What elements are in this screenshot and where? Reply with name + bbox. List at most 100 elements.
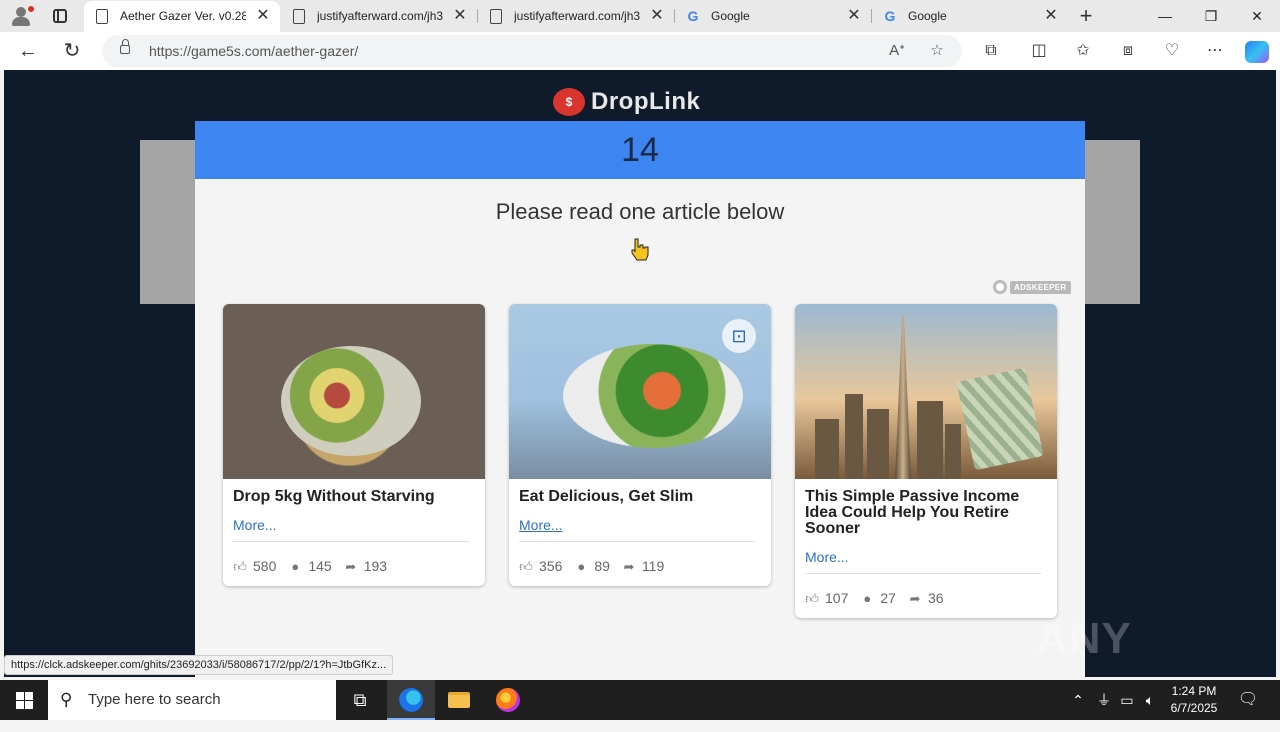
comment-icon: ●: [577, 558, 586, 574]
link-status-bar: https://clck.adskeeper.com/ghits/2369203…: [4, 655, 394, 675]
chevron-up-icon[interactable]: ⌃: [1068, 680, 1088, 720]
tab-google-1[interactable]: G Google ✕: [675, 1, 871, 32]
firefox-icon[interactable]: [484, 680, 532, 720]
close-tab-icon[interactable]: ✕: [1042, 1, 1060, 31]
volume-icon[interactable]: 🔈︎: [1140, 680, 1160, 720]
divider: [519, 541, 755, 542]
adskeeper-badge[interactable]: ADSKEEPER: [993, 279, 1071, 295]
system-clock[interactable]: 1:24 PM 6/7/2025: [1164, 683, 1224, 717]
share-arrow-icon: ➦: [345, 558, 357, 574]
more-link[interactable]: More...: [519, 517, 563, 533]
split-screen-icon[interactable]: ◫: [1027, 40, 1051, 64]
refresh-icon[interactable]: ↻: [58, 37, 86, 65]
logo-text: DropLink: [591, 88, 701, 115]
tab-justifyafterward-2[interactable]: justifyafterward.com/jh3 ✕: [478, 1, 674, 32]
comment-icon: ●: [863, 590, 872, 606]
thumbs-up-icon: 👍︎: [233, 558, 247, 574]
extensions-icon[interactable]: ⧉: [979, 40, 1003, 64]
browser-toolbar: ← ↻ https://game5s.com/aether-gazer/ Aᐩ …: [0, 32, 1280, 70]
network-icon[interactable]: ▭: [1117, 680, 1137, 720]
tab-justifyafterward-1[interactable]: justifyafterward.com/jh3 ✕: [281, 1, 477, 32]
article-title[interactable]: Eat Delicious, Get Slim: [519, 489, 761, 505]
hand-cursor-icon: [631, 238, 649, 261]
new-tab-button[interactable]: +: [1074, 2, 1098, 30]
close-tab-icon[interactable]: ✕: [254, 1, 272, 31]
likes-count: 107: [825, 590, 849, 606]
divider: [805, 573, 1041, 574]
file-explorer-icon[interactable]: [435, 680, 483, 720]
article-image[interactable]: ⊡: [509, 304, 771, 479]
article-title[interactable]: This Simple Passive Income Idea Could He…: [805, 489, 1047, 537]
article-card[interactable]: This Simple Passive Income Idea Could He…: [795, 304, 1057, 618]
article-stats: 👍︎ 580 ● 145 ➦ 193: [233, 558, 475, 574]
scrollbar[interactable]: [1272, 70, 1276, 677]
favorites-icon[interactable]: ✩: [1071, 40, 1095, 64]
browser-essentials-icon[interactable]: ♡: [1160, 40, 1184, 64]
droplink-logo-icon: $: [553, 88, 585, 116]
article-title[interactable]: Drop 5kg Without Starving: [233, 489, 475, 505]
more-link[interactable]: More...: [233, 517, 277, 533]
restore-icon[interactable]: ❐: [1188, 0, 1234, 32]
tab-google-2[interactable]: G Google ✕: [872, 1, 1068, 32]
tab-label: Google: [908, 9, 947, 23]
visual-search-icon[interactable]: ⊡: [722, 319, 756, 353]
close-tab-icon[interactable]: ✕: [648, 1, 666, 31]
minimize-icon[interactable]: —: [1142, 0, 1188, 32]
article-card[interactable]: ⊡ Eat Delicious, Get Slim More... 👍︎ 356…: [509, 304, 771, 586]
article-image[interactable]: [223, 304, 485, 479]
thumbs-up-icon: 👍︎: [519, 558, 533, 574]
favorite-star-icon[interactable]: ☆: [926, 40, 948, 62]
usb-device-icon[interactable]: ⏚: [1094, 680, 1114, 720]
comments-count: 89: [594, 558, 610, 574]
tab-label: justifyafterward.com/jh3: [317, 9, 443, 23]
url-text[interactable]: https://game5s.com/aether-gazer/: [149, 35, 358, 67]
droplink-logo: $ DropLink: [553, 86, 700, 118]
edge-browser-icon[interactable]: [387, 680, 435, 720]
notifications-icon[interactable]: 🗨︎: [1236, 680, 1260, 720]
close-window-icon[interactable]: ✕: [1234, 0, 1280, 32]
collections-icon[interactable]: ⧈: [1116, 40, 1140, 64]
more-link[interactable]: More...: [805, 549, 849, 565]
tab-strip: Aether Gazer Ver. v0.280.0 ✕ justifyafte…: [0, 0, 1280, 32]
clock-time: 1:24 PM: [1171, 684, 1217, 698]
thumbs-up-icon: 👍︎: [805, 590, 819, 606]
shares-count: 119: [641, 558, 665, 574]
windows-taskbar: ⚲ Type here to search ⧉ ⌃ ⏚ ▭ 🔈︎ 1:24 PM…: [0, 680, 1280, 720]
taskbar-search-box[interactable]: ⚲ Type here to search: [48, 680, 336, 720]
task-view-icon[interactable]: ⧉: [336, 680, 384, 720]
google-icon: G: [884, 8, 896, 24]
adskeeper-logo-icon: [993, 280, 1007, 294]
article-image[interactable]: [795, 304, 1057, 479]
more-menu-icon[interactable]: ⋯: [1203, 40, 1227, 64]
back-arrow-icon[interactable]: ←: [14, 37, 42, 65]
web-page: $ DropLink 14 Please read one article be…: [4, 70, 1276, 677]
read-aloud-icon[interactable]: Aᐩ: [886, 40, 908, 62]
article-stats: 👍︎ 356 ● 89 ➦ 119: [519, 558, 761, 574]
tab-label: Google: [711, 9, 750, 23]
adskeeper-label: ADSKEEPER: [1010, 280, 1071, 294]
lock-icon[interactable]: [120, 39, 130, 54]
tab-actions-icon[interactable]: [48, 6, 72, 26]
instruction-text: Please read one article below: [495, 199, 785, 224]
tab-label: Aether Gazer Ver. v0.280.0: [120, 9, 246, 23]
share-arrow-icon: ➦: [623, 558, 635, 574]
tab-aether-gazer[interactable]: Aether Gazer Ver. v0.280.0 ✕: [84, 1, 280, 32]
windows-start-icon[interactable]: [0, 680, 48, 720]
close-tab-icon[interactable]: ✕: [845, 1, 863, 31]
comments-count: 145: [308, 558, 332, 574]
shares-count: 36: [927, 590, 944, 606]
shares-count: 193: [363, 558, 388, 574]
copilot-icon[interactable]: [1245, 41, 1269, 63]
comments-count: 27: [880, 590, 896, 606]
divider: [233, 541, 469, 542]
page-icon: [293, 9, 305, 24]
likes-count: 356: [539, 558, 563, 574]
article-card[interactable]: Drop 5kg Without Starving More... 👍︎ 580…: [223, 304, 485, 586]
address-bar[interactable]: https://game5s.com/aether-gazer/ Aᐩ ☆: [102, 35, 962, 67]
likes-count: 580: [253, 558, 277, 574]
clock-date: 6/7/2025: [1170, 701, 1218, 715]
profile-avatar-icon[interactable]: [8, 4, 34, 28]
close-tab-icon[interactable]: ✕: [451, 1, 469, 31]
tab-label: justifyafterward.com/jh3: [514, 9, 640, 23]
share-arrow-icon: ➦: [909, 590, 921, 606]
